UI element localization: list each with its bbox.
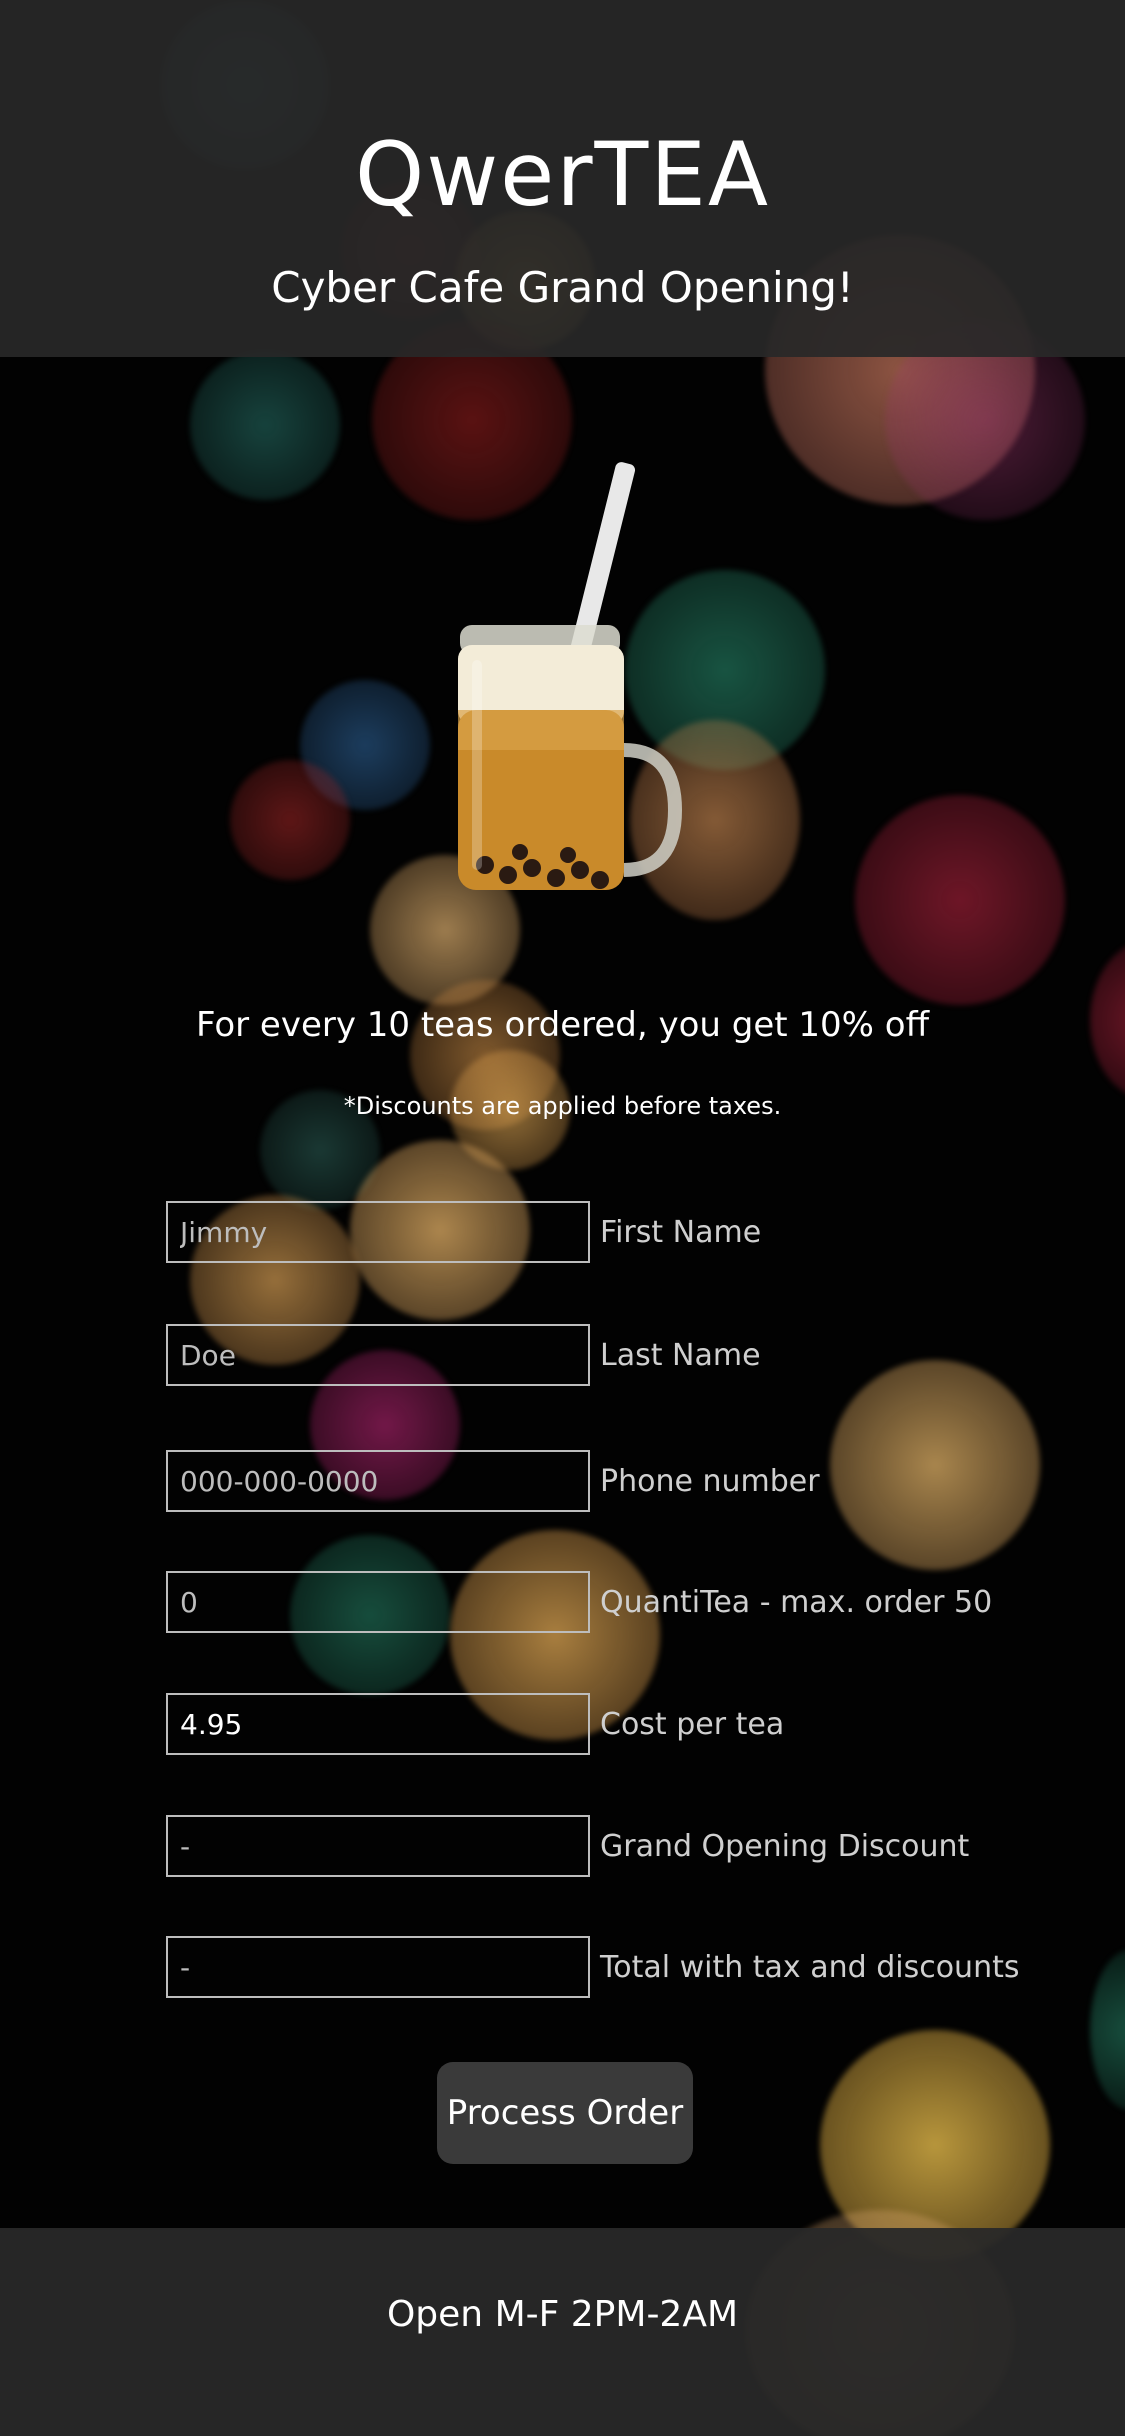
total-field[interactable] xyxy=(166,1936,590,1998)
total-row: Total with tax and discounts xyxy=(166,1936,1066,2000)
quantity-field[interactable] xyxy=(166,1571,590,1633)
page-subtitle: Cyber Cafe Grand Opening! xyxy=(271,263,854,312)
phone-row: Phone number xyxy=(166,1450,1066,1514)
phone-label: Phone number xyxy=(600,1464,820,1499)
discount-disclaimer: *Discounts are applied before taxes. xyxy=(343,1092,782,1120)
first-name-label: First Name xyxy=(600,1215,762,1250)
discount-promo-text: For every 10 teas ordered, you get 10% o… xyxy=(195,1005,930,1045)
bubble-tea-jar-image xyxy=(458,462,683,890)
phone-field[interactable] xyxy=(166,1450,590,1512)
process-order-button[interactable]: Process Order xyxy=(437,2062,693,2164)
opening-hours: Open M-F 2PM-2AM xyxy=(386,2294,739,2335)
first-name-field[interactable] xyxy=(166,1201,590,1263)
cost-per-tea-row: Cost per tea xyxy=(166,1693,1066,1757)
brand-title: QwerTEA xyxy=(354,123,771,226)
cost-per-tea-field[interactable] xyxy=(166,1693,590,1755)
discount-label: Grand Opening Discount xyxy=(600,1829,970,1864)
last-name-field[interactable] xyxy=(166,1324,590,1386)
quantity-label: QuantiTea - max. order 50 xyxy=(600,1585,993,1620)
discount-row: Grand Opening Discount xyxy=(166,1815,1066,1879)
header-banner: QwerTEA Cyber Cafe Grand Opening! xyxy=(0,0,1125,357)
total-label: Total with tax and discounts xyxy=(600,1950,1020,1985)
discount-field[interactable] xyxy=(166,1815,590,1877)
first-name-row: First Name xyxy=(166,1201,1066,1265)
last-name-label: Last Name xyxy=(600,1338,761,1373)
footer-bar: Open M-F 2PM-2AM xyxy=(0,2228,1125,2436)
cost-per-tea-label: Cost per tea xyxy=(600,1707,785,1742)
last-name-row: Last Name xyxy=(166,1324,1066,1388)
quantity-row: QuantiTea - max. order 50 xyxy=(166,1571,1066,1635)
